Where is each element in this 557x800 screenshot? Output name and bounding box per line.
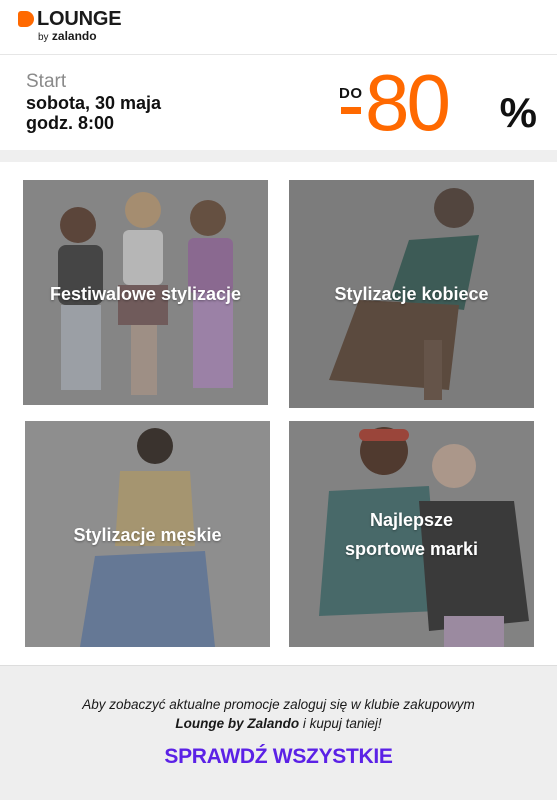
tile-label-line2: sportowe marki [344,539,479,559]
start-label: Start [26,71,67,92]
footer-line-2: Lounge by Zalando i kupuj taniej! [0,714,557,733]
footer-line-1: Aby zobaczyć aktualne promocje zaloguj s… [82,697,475,712]
email-page: LOUNGE by zalando Start sobota, 30 maja … [0,0,557,800]
footer-section: Aby zobaczyć aktualne promocje zaloguj s… [0,665,557,800]
tile-overlay [289,421,534,647]
lounge-logo-mark-icon [18,11,34,27]
tile-label: Stylizacje męskie [73,525,222,545]
see-all-button[interactable]: SPRAWDŹ WSZYSTKIE [0,745,557,769]
section-divider [0,150,557,162]
tile-festival-styles[interactable]: Festiwalowe stylizacje [23,180,268,405]
tile-men-styles[interactable]: Stylizacje męskie [25,421,270,647]
start-time: godz. 8:00 [26,113,115,133]
logo-by: by [38,32,49,43]
footer-line-2-rest: i kupuj taniej! [299,716,382,731]
logo-wordmark: LOUNGE [37,8,122,30]
lounge-logo[interactable]: LOUNGE by zalando [18,8,122,44]
discount-badge: DO 80 % [337,58,537,147]
tile-label: Festiwalowe stylizacje [49,284,242,304]
logo-zalando: zalando [51,29,97,43]
footer-message: Aby zobaczyć aktualne promocje zaloguj s… [0,695,557,733]
tile-label: Stylizacje kobiece [334,284,489,304]
logo-subtitle: by zalando [38,30,121,44]
discount-minus-sign [341,107,361,114]
discount-value: 80 [365,58,451,147]
header: LOUNGE by zalando [0,0,557,54]
discount-prefix: DO [339,85,363,102]
promo-banner: Start sobota, 30 maja godz. 8:00 DO 80 % [0,54,557,150]
discount-percent-sign: % [499,89,537,136]
start-info: Start sobota, 30 maja godz. 8:00 [26,71,161,133]
tile-label-line1: Najlepsze [369,510,454,530]
tile-best-sport-brands[interactable]: Najlepsze sportowe marki [289,421,534,647]
footer-brand: Lounge by Zalando [175,716,300,731]
start-date: sobota, 30 maja [26,93,162,113]
tile-women-styles[interactable]: Stylizacje kobiece [289,180,534,408]
